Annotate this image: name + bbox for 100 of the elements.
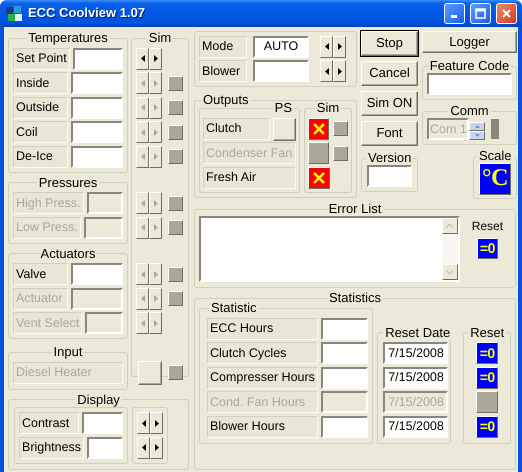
text-field[interactable] [367,165,412,187]
spin-right-button[interactable] [333,36,346,58]
text-field[interactable] [71,146,123,168]
left-arrow-icon [140,224,144,231]
maximize-button[interactable] [470,3,491,24]
field-label: Valve [13,263,68,285]
text-field[interactable]: 7/15/2008 [383,366,448,388]
sim-checkbox[interactable] [308,118,330,140]
maximize-icon [475,8,486,19]
text-field[interactable]: 7/15/2008 [383,342,448,364]
close-icon [501,8,512,19]
field-label: Actuator [13,288,68,310]
dialog-button[interactable]: Stop [361,31,418,56]
minimize-button[interactable] [444,3,465,24]
field-label: Set Point [13,48,70,70]
text-field[interactable] [321,366,368,388]
field-label: Vent Select [13,312,82,334]
group-title: Sim [148,31,172,45]
group-title: Statistic [210,301,258,315]
field-label: Outside [13,96,68,118]
left-arrow-icon [142,444,146,451]
left-arrow-icon [140,128,144,136]
left-arrow-icon [140,320,144,326]
field-label: Clutch Cycles [207,342,318,364]
field-label: Contrast [19,412,79,434]
text-field[interactable] [72,48,123,70]
field-label: Blower Hours [207,416,318,438]
group-title: Sim [316,101,340,115]
x-icon [312,122,326,136]
right-arrow-icon [154,270,158,278]
text-field[interactable]: 7/15/2008 [383,416,448,438]
group-title: Feature Code [428,59,510,73]
spin-left-button[interactable] [320,36,333,58]
dialog-button[interactable]: Font [361,121,418,146]
reset-button[interactable]: =0 [476,342,498,364]
group-title: Comm [449,104,490,118]
text-field[interactable] [82,412,123,434]
text-field[interactable] [321,318,368,340]
text-field[interactable] [427,73,512,95]
left-arrow-icon [142,420,146,426]
text-field[interactable] [71,121,123,143]
group-title: Temperatures [27,31,109,45]
error-listbox[interactable] [199,216,460,282]
right-arrow-icon [154,420,158,426]
scale-button[interactable]: °C [479,163,511,195]
field-label: ECC Hours [207,318,318,340]
logger-button[interactable]: Logger [422,31,517,53]
group-title: Actuators [40,246,96,260]
status-light [491,119,499,139]
spin-left-button[interactable] [137,436,150,458]
text-field[interactable] [321,416,368,438]
right-arrow-icon [154,55,158,62]
window-title: ECC Coolview 1.07 [28,6,146,21]
group-title: Display [76,392,121,406]
up-arrow-icon [474,124,480,128]
text-field[interactable] [87,436,123,458]
field-label: Coil [13,121,68,143]
spin-left-button[interactable] [320,60,333,82]
ps-button[interactable] [273,118,296,140]
text-field[interactable] [253,60,309,82]
group-title: Pressures [38,176,98,190]
right-arrow-icon [338,43,342,50]
dialog-button[interactable]: Cancel [361,61,418,86]
spin-right-button[interactable] [333,60,346,82]
text-field[interactable] [321,342,368,364]
reset-button[interactable]: =0 [476,366,498,388]
text-field[interactable] [71,263,123,285]
spin-left-button[interactable] [137,412,150,434]
group-title: Scale [478,149,513,163]
left-arrow-icon [140,153,144,160]
text-field[interactable] [71,72,123,94]
field-label: Brightness [19,436,84,458]
app-icon [6,6,23,22]
right-arrow-icon [154,153,158,160]
field-label: Blower [199,60,247,82]
right-arrow-icon [154,295,158,302]
spin-right-button[interactable] [150,436,163,458]
field-label: Fresh Air [203,166,296,188]
right-arrow-icon [154,128,158,136]
group-title: Error List [328,202,382,216]
group-title: Statistics [328,291,382,305]
reset-label: Reset [472,220,504,234]
spin-left-button[interactable] [136,48,149,70]
spin-right-button[interactable] [149,48,162,70]
right-arrow-icon [154,320,158,326]
reset-button[interactable]: =0 [476,238,498,259]
sim-checkbox[interactable] [308,166,330,188]
reset-button[interactable]: =0 [476,416,498,438]
right-arrow-icon [154,80,158,86]
left-arrow-icon [140,55,144,62]
field-label: Compresser Hours [207,366,318,388]
dialog-button[interactable]: Sim ON [361,91,418,116]
text-field[interactable] [71,96,123,118]
text-field[interactable]: AUTO [253,36,309,58]
field-label: Cond. Fan Hours [207,391,318,413]
left-arrow-icon [324,43,328,50]
close-button[interactable] [496,3,517,24]
left-arrow-icon [324,68,328,74]
left-arrow-icon [140,80,144,86]
spin-right-button[interactable] [150,412,163,434]
